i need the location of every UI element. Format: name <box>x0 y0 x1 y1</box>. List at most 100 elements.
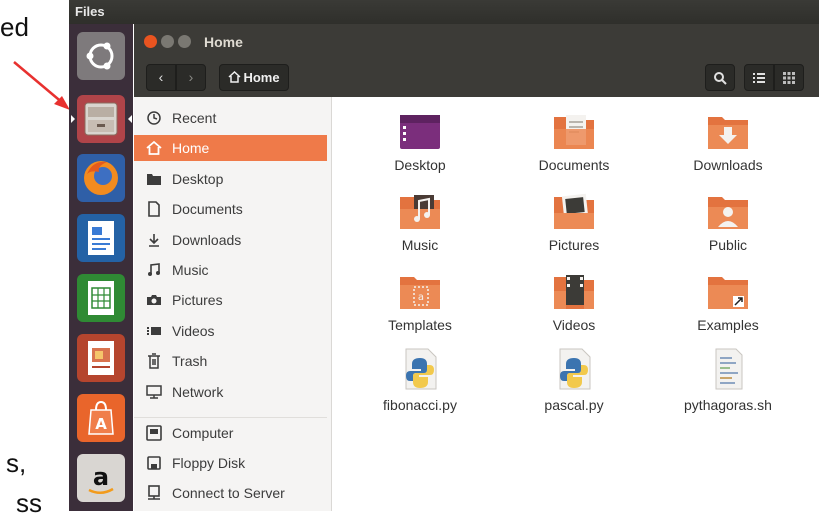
software-center-icon: A <box>88 400 114 435</box>
svg-text:a: a <box>418 292 424 303</box>
launcher-libreoffice-writer[interactable] <box>77 214 125 262</box>
sidebar-item-pictures[interactable]: Pictures <box>134 287 327 313</box>
file-item-examples[interactable]: Examples <box>663 265 793 335</box>
sidebar-item-label: Downloads <box>172 232 242 248</box>
svg-text:A: A <box>95 415 107 433</box>
slide-text-fragment-bottom-2: ss <box>16 488 42 518</box>
sidebar-item-home[interactable]: Home <box>134 135 327 161</box>
amazon-icon: a <box>88 463 114 494</box>
path-bar-label: Home <box>243 70 280 85</box>
forward-button[interactable]: › <box>176 64 206 91</box>
file-item-label: Templates <box>388 317 452 333</box>
sidebar-item-label: Computer <box>172 425 234 441</box>
top-panel: Files <box>69 0 819 24</box>
sidebar-item-computer[interactable]: Computer <box>134 420 327 446</box>
red-arrow-annotation <box>13 61 70 110</box>
file-item-pictures[interactable]: Pictures <box>509 185 639 255</box>
file-item-label: Public <box>708 237 748 253</box>
file-item-label: Documents <box>538 157 610 173</box>
files-window: Home ‹ › Home Recent Home Desktop Docume… <box>134 24 819 511</box>
maximize-button[interactable] <box>178 35 191 48</box>
close-button[interactable] <box>144 35 157 48</box>
file-item-desktop[interactable]: Desktop <box>355 105 485 175</box>
public-folder-icon <box>708 197 748 229</box>
documents-folder-icon <box>554 115 594 149</box>
home-icon <box>228 70 241 83</box>
sidebar-item-label: Network <box>172 384 224 400</box>
launcher-ubuntu-dash[interactable] <box>77 32 125 80</box>
launcher-libreoffice-calc[interactable] <box>77 274 125 322</box>
list-view-button[interactable] <box>744 64 774 91</box>
file-item-label: Videos <box>552 317 596 333</box>
calc-icon <box>88 281 114 315</box>
music-folder-icon <box>400 195 440 229</box>
ubuntu-logo-icon <box>86 42 114 70</box>
launcher-files[interactable] <box>71 95 132 143</box>
window-titlebar[interactable]: Home <box>134 24 819 59</box>
sidebar-item-connect-to-server[interactable]: Connect to Server <box>134 480 327 506</box>
window-toolbar: ‹ › Home <box>134 59 819 97</box>
file-item-videos[interactable]: Videos <box>509 265 639 335</box>
sidebar-item-recent[interactable]: Recent <box>134 105 327 131</box>
pictures-folder-icon <box>554 193 594 229</box>
file-item-label: Downloads <box>693 157 763 173</box>
sidebar-item-label: Trash <box>172 353 208 369</box>
list-view-icon <box>753 73 765 83</box>
grid-view-button[interactable] <box>774 64 804 91</box>
clock-icon <box>147 111 161 125</box>
sidebar-item-desktop[interactable]: Desktop <box>134 166 327 192</box>
search-icon <box>714 72 727 85</box>
file-item-documents[interactable]: Documents <box>509 105 639 175</box>
python-file-icon <box>405 348 437 390</box>
sidebar-item-label: Connect to Server <box>172 485 285 501</box>
downloads-folder-icon <box>708 117 748 149</box>
server-icon <box>148 485 160 500</box>
sidebar-item-label: Videos <box>172 323 215 339</box>
file-item-pythagoras-sh[interactable]: pythagoras.sh <box>663 345 793 415</box>
launcher-libreoffice-impress[interactable] <box>77 334 125 382</box>
sidebar-item-videos[interactable]: Videos <box>134 318 327 344</box>
shell-script-icon <box>715 348 743 390</box>
computer-icon <box>146 425 162 441</box>
sidebar-item-network[interactable]: Network <box>134 379 327 405</box>
download-icon <box>149 234 159 247</box>
file-item-fibonacci-py[interactable]: fibonacci.py <box>355 345 485 415</box>
sidebar-item-label: Music <box>172 262 209 278</box>
minimize-button[interactable] <box>161 35 174 48</box>
firefox-icon <box>84 161 118 195</box>
file-item-music[interactable]: Music <box>355 185 485 255</box>
file-item-templates[interactable]: a Templates <box>355 265 485 335</box>
floppy-icon <box>147 456 161 470</box>
launcher-amazon[interactable]: a <box>77 454 125 502</box>
sidebar-item-label: Desktop <box>172 171 224 187</box>
music-icon <box>148 263 160 276</box>
launcher-ubuntu-software[interactable]: A <box>77 394 125 442</box>
file-item-label: fibonacci.py <box>383 397 457 413</box>
sidebar-item-trash[interactable]: Trash <box>134 348 327 374</box>
file-item-label: Desktop <box>394 157 446 173</box>
document-icon <box>148 201 160 217</box>
sidebar-divider <box>134 417 327 418</box>
sidebar-item-label: Home <box>172 140 210 156</box>
home-icon <box>146 140 162 155</box>
file-item-downloads[interactable]: Downloads <box>663 105 793 175</box>
sidebar-item-documents[interactable]: Documents <box>134 196 327 222</box>
camera-icon <box>147 295 161 305</box>
sidebar-item-floppy-disk[interactable]: Floppy Disk <box>134 450 327 476</box>
sidebar-item-label: Recent <box>172 110 217 126</box>
back-button[interactable]: ‹ <box>146 64 176 91</box>
sidebar-item-label: Pictures <box>172 292 223 308</box>
path-bar-home-button[interactable]: Home <box>219 64 289 91</box>
sidebar-item-music[interactable]: Music <box>134 257 327 283</box>
desktop-folder-icon <box>400 115 440 149</box>
search-button[interactable] <box>705 64 735 91</box>
places-sidebar: Recent Home Desktop Documents Downloads … <box>134 97 332 511</box>
file-item-label: Pictures <box>548 237 600 253</box>
sidebar-item-label: Documents <box>172 201 243 217</box>
sidebar-item-downloads[interactable]: Downloads <box>134 227 327 253</box>
file-item-pascal-py[interactable]: pascal.py <box>509 345 639 415</box>
file-item-public[interactable]: Public <box>663 185 793 255</box>
sidebar-item-label: Floppy Disk <box>172 455 246 471</box>
launcher-firefox[interactable] <box>77 154 125 202</box>
launcher: A a <box>69 24 133 511</box>
